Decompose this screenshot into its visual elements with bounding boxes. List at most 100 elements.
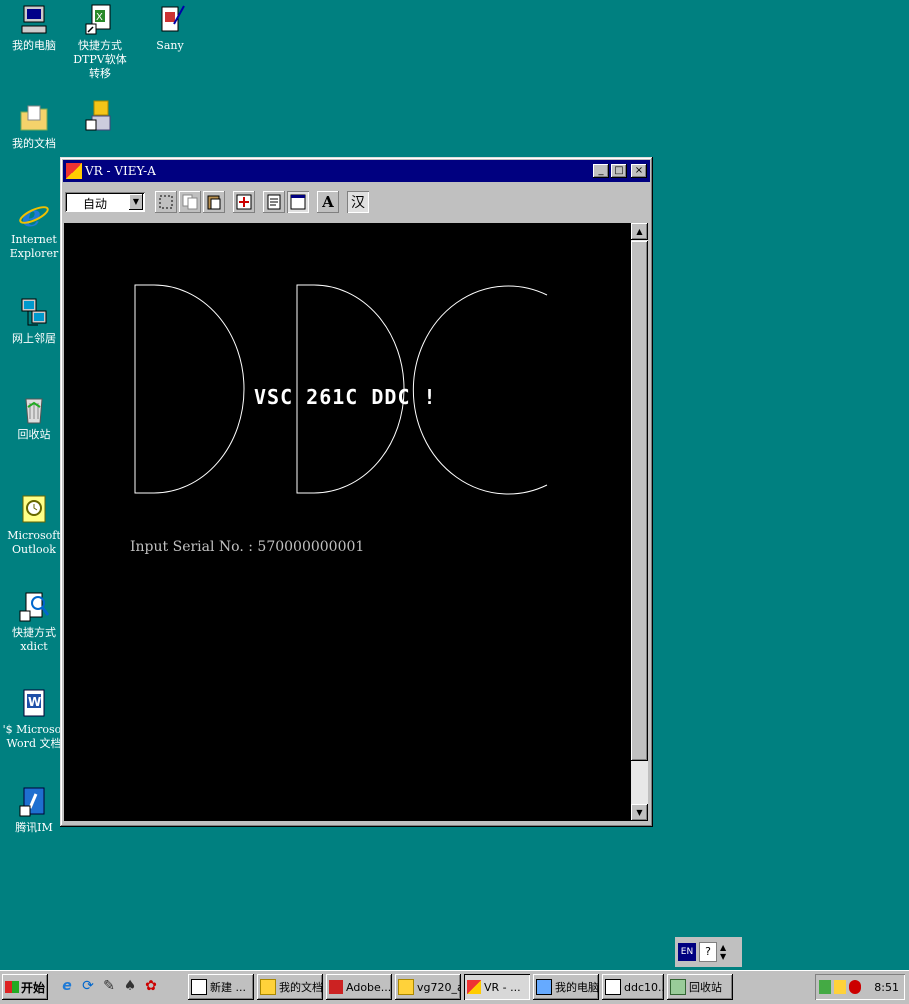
folder-icon (398, 979, 414, 995)
excel-shortcut-icon: X (84, 4, 116, 36)
desktop-icon-shortcut-xdict[interactable]: 快捷方式 xdict (2, 591, 66, 654)
app-icon (467, 980, 481, 994)
help-button[interactable]: ? (699, 942, 717, 962)
desktop-icon-my-documents[interactable]: 我的文档 (2, 102, 66, 151)
paste-icon (207, 195, 221, 210)
task-label: 回收站 (689, 981, 722, 994)
task-label: VR - ... (484, 980, 521, 994)
window-titlebar[interactable]: VR - VIEY-A _ □ × (63, 160, 650, 182)
task-label: ddc10... (624, 980, 664, 994)
properties-icon (267, 194, 281, 210)
taskbar: 开始 e ⟳ ✎ ♠ ✿ 新建 ... 我的文档 Adobe... vg720_… (0, 970, 909, 1004)
desktop-icon-word-document[interactable]: W '$ Microsof Word 文档 (2, 688, 66, 751)
task-label: 我的文档 (279, 981, 323, 994)
recycle-bin-icon (18, 393, 50, 425)
window-icon (290, 194, 306, 210)
scroll-down-button[interactable]: ▼ (631, 804, 648, 821)
language-bar: EN ? ▲ ▼ (675, 937, 742, 967)
combo-value: 自动 (83, 197, 108, 211)
system-tray: 8:51 (815, 974, 905, 1000)
app-icon (66, 163, 82, 179)
scroll-up-button[interactable]: ▲ (631, 223, 648, 240)
scroll-thumb[interactable] (631, 241, 648, 761)
task-label: 新建 ... (210, 981, 246, 994)
volume-icon[interactable] (819, 980, 831, 994)
qq-quicklaunch-icon[interactable]: ♠ (121, 976, 139, 996)
desktop-icon-tencent-im[interactable]: 腾讯IM (2, 786, 66, 835)
task-label: vg720_a (417, 980, 461, 994)
mark-button[interactable] (155, 191, 177, 213)
paste-button[interactable] (203, 191, 225, 213)
task-button[interactable]: Adobe... (326, 974, 392, 1000)
start-label: 开始 (21, 980, 46, 995)
task-label: Adobe... (346, 980, 392, 994)
word-icon: W (18, 688, 50, 720)
console-output[interactable]: VSC 261C DDC ! Input Serial No. : 570000… (64, 223, 631, 821)
norton-shortcut-icon (84, 100, 116, 132)
minimize-button[interactable]: _ (593, 164, 609, 178)
desktop-icon-label: 快捷方式 xdict (12, 626, 56, 653)
desktop-icon-label: 网上邻居 (12, 332, 56, 345)
copy-icon (182, 194, 198, 210)
desktop-icon-label: Internet Explorer (9, 233, 59, 260)
desktop-icon-internet-explorer[interactable]: e Internet Explorer (2, 198, 66, 261)
desktop-icon-shortcut-dtpv[interactable]: X 快捷方式 DTPV软体转移 (68, 4, 132, 81)
desktop-icon-network-neighborhood[interactable]: 网上邻居 (2, 297, 66, 346)
language-indicator[interactable]: EN (678, 943, 696, 961)
clock[interactable]: 8:51 (874, 981, 899, 994)
window-title: VR - VIEY-A (85, 164, 156, 178)
task-button-active[interactable]: VR - ... (464, 974, 530, 1000)
properties-button[interactable] (263, 191, 285, 213)
task-label: 我的电脑 (555, 981, 599, 994)
svg-text:X: X (96, 12, 103, 23)
tencent-im-icon (18, 786, 50, 818)
folder-icon (260, 979, 276, 995)
font-button[interactable]: A (317, 191, 339, 213)
task-button[interactable]: 回收站 (667, 974, 733, 1000)
copy-button[interactable] (179, 191, 201, 213)
vertical-scrollbar[interactable]: ▲ ▼ (631, 223, 648, 821)
recycle-bin-icon (670, 979, 686, 995)
svg-text:W: W (28, 695, 41, 709)
chevron-down-icon[interactable]: ▼ (129, 194, 143, 210)
edit-quicklaunch-icon[interactable]: ✎ (100, 976, 118, 996)
desktop-icon-recycle-bin[interactable]: 回收站 (2, 393, 66, 442)
task-button[interactable]: 新建 ... (188, 974, 254, 1000)
desktop-icon-microsoft-outlook[interactable]: Microsoft Outlook (2, 494, 66, 557)
fullscreen-icon (236, 194, 252, 210)
computer-icon (536, 979, 552, 995)
close-button[interactable]: × (631, 164, 647, 178)
maximize-button[interactable]: □ (611, 164, 627, 178)
task-button[interactable]: vg720_a (395, 974, 461, 1000)
task-button[interactable]: 我的文档 (257, 974, 323, 1000)
desktop-icon-sany[interactable]: Sany (138, 4, 202, 53)
windows-flag-icon (5, 981, 19, 993)
refresh-quicklaunch-icon[interactable]: ⟳ (79, 976, 97, 996)
desktop-icon-norton[interactable] (68, 100, 132, 135)
window-toolbar: 自动 ▼ A 汉 (63, 187, 650, 217)
chinese-input-button[interactable]: 汉 (347, 191, 369, 213)
ie-quicklaunch-icon[interactable]: e (58, 976, 76, 996)
document-icon (605, 979, 621, 995)
antivirus-tray-icon[interactable] (849, 980, 861, 994)
desktop-icon-label: 我的文档 (12, 137, 56, 150)
task-button[interactable]: 我的电脑 (533, 974, 599, 1000)
desktop-icon-label: 我的电脑 (12, 39, 56, 52)
network-tray-icon[interactable] (834, 980, 846, 994)
ddc-logo-graphic (134, 284, 548, 495)
adobe-icon (329, 980, 343, 994)
serial-prompt: Input Serial No. : 570000000001 (130, 539, 365, 555)
desktop-icon-label: Sany (156, 39, 184, 52)
langbar-options-icon[interactable]: ▲ ▼ (720, 943, 726, 961)
font-size-combo[interactable]: 自动 ▼ (65, 192, 145, 212)
background-button[interactable] (287, 191, 309, 213)
fullscreen-button[interactable] (233, 191, 255, 213)
desktop-icon-label: 回收站 (17, 428, 51, 441)
letter-d-1 (134, 284, 245, 494)
start-button[interactable]: 开始 (2, 974, 48, 1000)
task-button[interactable]: ddc10... (602, 974, 664, 1000)
app-quicklaunch-icon[interactable]: ✿ (142, 976, 160, 996)
desktop-icon-my-computer[interactable]: 我的电脑 (2, 4, 66, 53)
outlook-icon (18, 494, 50, 526)
document-icon (191, 979, 207, 995)
